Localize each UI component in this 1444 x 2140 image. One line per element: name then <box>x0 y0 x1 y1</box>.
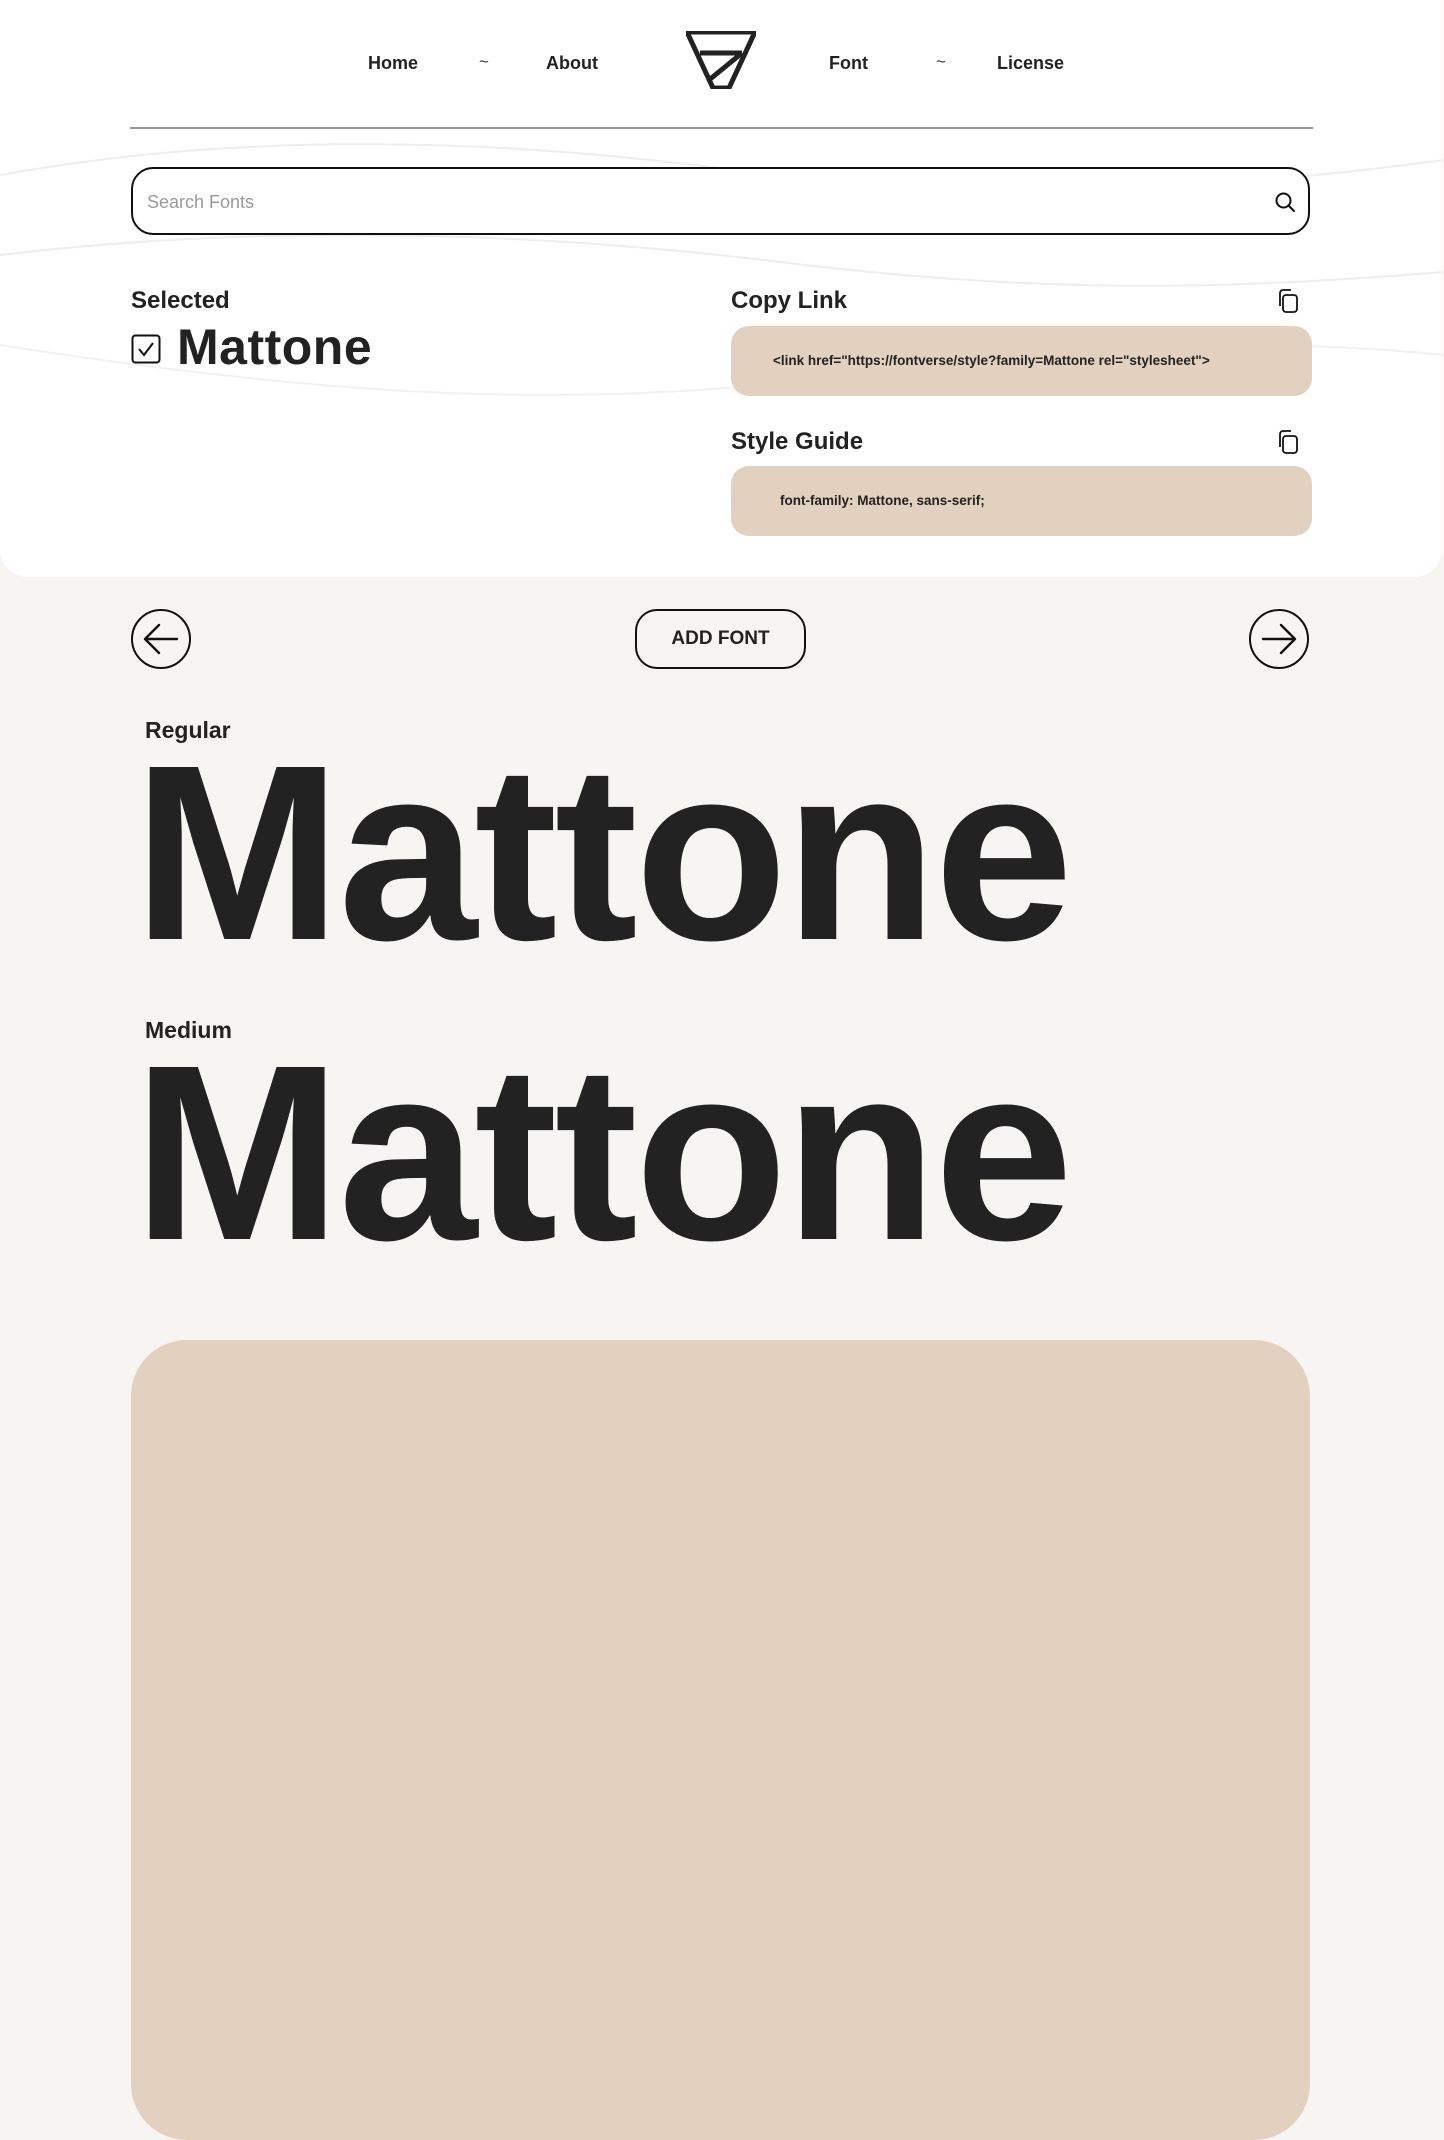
style-guide-code-box[interactable]: font-family: Mattone, sans-serif; <box>731 466 1312 536</box>
preview-card <box>131 1340 1310 2140</box>
specimen-sample-text: Mattone <box>133 1013 1073 1292</box>
style-guide-copy-icon[interactable] <box>1276 430 1300 454</box>
header-panel: Home ~ About Font ~ License Selected Mat… <box>0 0 1442 577</box>
selected-checkbox-icon[interactable] <box>131 334 161 364</box>
copy-link-code-box[interactable]: <link href="https://fontverse/style?fami… <box>731 326 1312 396</box>
next-font-button[interactable] <box>1249 609 1309 669</box>
copy-link-copy-icon[interactable] <box>1276 289 1300 313</box>
top-navigation: Home ~ About Font ~ License <box>0 0 1442 128</box>
style-guide-label: Style Guide <box>731 428 864 455</box>
fontverse-logo-icon[interactable] <box>686 31 756 89</box>
style-guide-code: font-family: Mattone, sans-serif; <box>780 493 985 508</box>
nav-separator: ~ <box>479 52 489 71</box>
nav-separator: ~ <box>936 52 946 71</box>
previous-font-button[interactable] <box>131 609 191 669</box>
add-font-button[interactable]: ADD FONT <box>635 609 806 669</box>
specimen-sample-text: Mattone <box>133 713 1073 992</box>
selected-font-name: Mattone <box>177 319 373 375</box>
nav-link-font[interactable]: Font <box>829 53 868 74</box>
nav-link-about[interactable]: About <box>546 53 598 74</box>
nav-link-license[interactable]: License <box>997 53 1064 74</box>
search-bar <box>131 167 1310 235</box>
copy-link-code: <link href="https://fontverse/style?fami… <box>773 353 1210 368</box>
arrow-left-icon <box>143 623 179 655</box>
nav-divider <box>130 127 1313 129</box>
nav-link-home[interactable]: Home <box>368 53 418 74</box>
search-icon[interactable] <box>1274 191 1296 213</box>
copy-link-label: Copy Link <box>731 287 848 314</box>
search-input[interactable] <box>145 183 1249 221</box>
selected-label: Selected <box>131 287 230 314</box>
arrow-right-icon <box>1261 623 1297 655</box>
